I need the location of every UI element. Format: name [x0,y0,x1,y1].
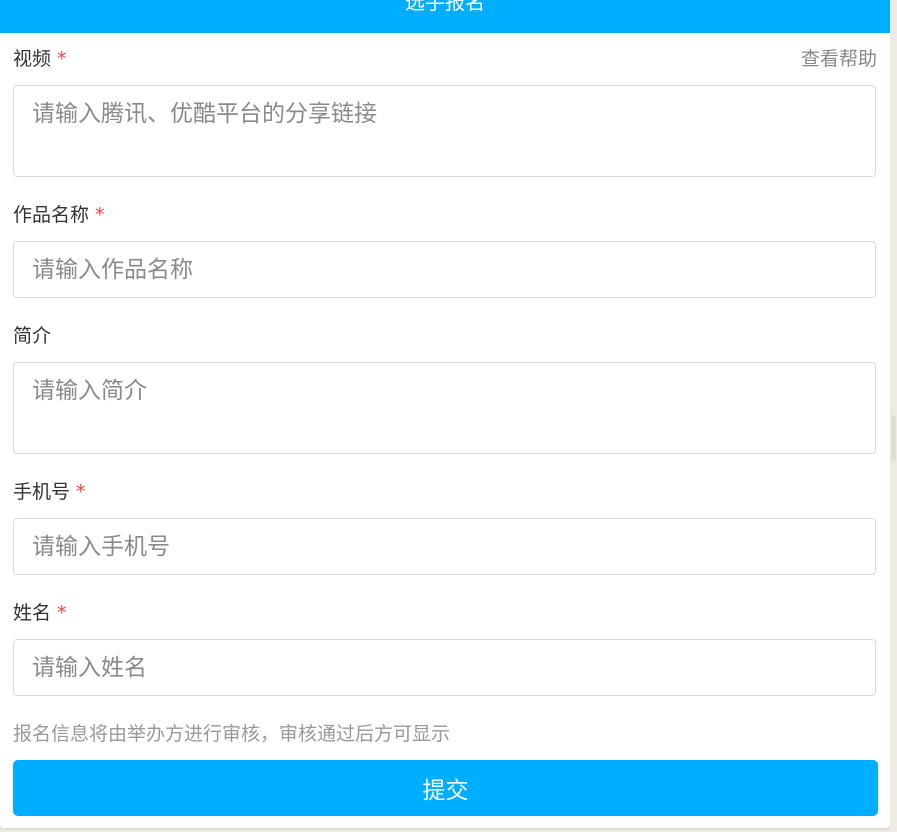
required-mark: * [95,204,105,226]
work-title-label: 作品名称 * [13,203,105,227]
intro-label: 简介 [13,324,51,348]
name-label-text: 姓名 [13,602,52,624]
required-mark: * [76,481,86,503]
work-title-input[interactable] [13,241,876,298]
required-mark: * [57,48,67,70]
page-title: 选手报名 [0,0,890,33]
phone-label: 手机号 * [13,480,86,504]
required-mark: * [57,602,67,624]
intro-label-text: 简介 [13,325,52,347]
signup-panel: 选手报名 视频* 查看帮助 作品名称* 简介 手机号* 姓名* 报名信息将由举办… [0,0,890,828]
phone-input[interactable] [13,518,876,575]
name-input[interactable] [13,639,876,696]
review-notice: 报名信息将由举办方进行审核，审核通过后方可显示 [13,723,451,745]
scrollbar-thumb[interactable] [891,415,896,461]
phone-label-text: 手机号 [13,481,71,503]
intro-input[interactable] [13,362,876,454]
name-label: 姓名 * [13,601,67,625]
work-title-label-text: 作品名称 [13,204,90,226]
submit-button[interactable]: 提交 [13,760,878,816]
video-link-input[interactable] [13,85,876,177]
help-link[interactable]: 查看帮助 [801,47,877,71]
video-label-text: 视频 [13,48,52,70]
video-label: 视频 * [13,47,67,71]
